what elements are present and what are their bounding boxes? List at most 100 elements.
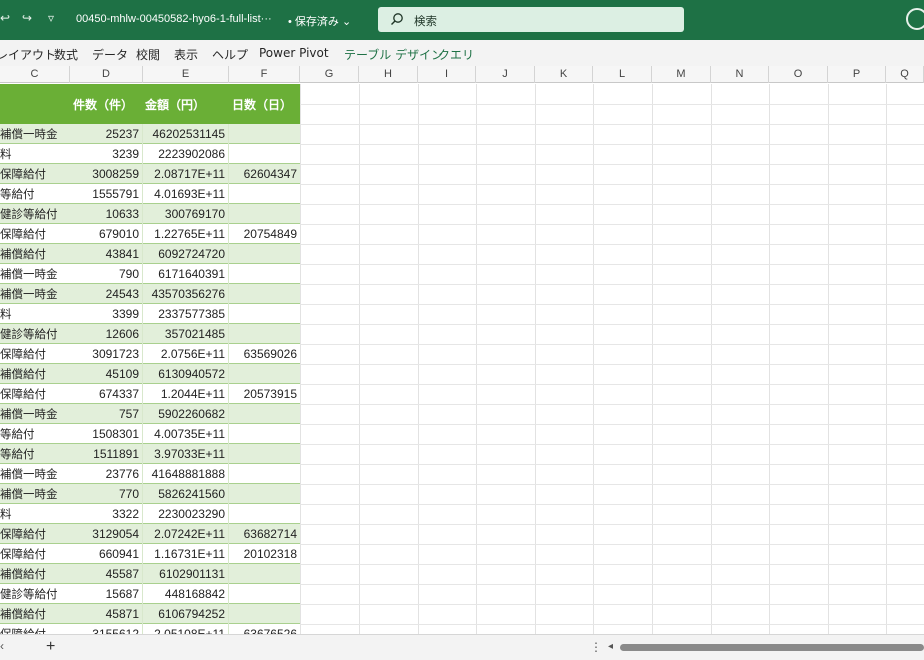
cell-amount[interactable]: 1.2044E+11 xyxy=(143,384,229,404)
cell-count[interactable]: 12606 xyxy=(70,324,143,344)
more-options-icon[interactable]: ⋮ xyxy=(590,640,602,654)
column-header-d[interactable]: D xyxy=(70,66,143,83)
cell-count[interactable]: 24543 xyxy=(70,284,143,304)
column-header-l[interactable]: L xyxy=(593,66,652,83)
cell-amount[interactable]: 2223902086 xyxy=(143,144,229,164)
cell-days[interactable] xyxy=(229,504,300,524)
cell-count[interactable]: 3129054 xyxy=(70,524,143,544)
cell-type[interactable]: 健診等給付 xyxy=(0,324,70,344)
cell-count[interactable]: 790 xyxy=(70,264,143,284)
cell-type[interactable]: 健診等給付 xyxy=(0,584,70,604)
tab-query[interactable]: クエリ xyxy=(438,46,474,63)
cell-days[interactable] xyxy=(229,304,300,324)
cell-amount[interactable]: 5826241560 xyxy=(143,484,229,504)
cell-days[interactable] xyxy=(229,364,300,384)
cell-amount[interactable]: 41648881888 xyxy=(143,464,229,484)
header-amount[interactable]: 金額（円） xyxy=(145,96,205,113)
cell-type[interactable]: 補償一時金 xyxy=(0,124,70,144)
cell-type[interactable]: 補償一時金 xyxy=(0,484,70,504)
cell-count[interactable]: 679010 xyxy=(70,224,143,244)
cell-days[interactable] xyxy=(229,144,300,164)
cell-amount[interactable]: 2.08717E+11 xyxy=(143,164,229,184)
cell-count[interactable]: 3239 xyxy=(70,144,143,164)
cell-days[interactable] xyxy=(229,444,300,464)
cell-amount[interactable]: 6102901131 xyxy=(143,564,229,584)
column-header-e[interactable]: E xyxy=(143,66,229,83)
cell-days[interactable] xyxy=(229,244,300,264)
cell-type[interactable]: 等給付 xyxy=(0,424,70,444)
cell-amount[interactable]: 6092724720 xyxy=(143,244,229,264)
cell-days[interactable] xyxy=(229,324,300,344)
cell-days[interactable]: 20102318 xyxy=(229,544,300,564)
cell-type[interactable]: 保障給付 xyxy=(0,544,70,564)
cell-amount[interactable]: 2.0756E+11 xyxy=(143,344,229,364)
header-days[interactable]: 日数（日） xyxy=(232,96,292,113)
cell-amount[interactable]: 46202531145 xyxy=(143,124,229,144)
cell-count[interactable]: 1508301 xyxy=(70,424,143,444)
cell-count[interactable]: 660941 xyxy=(70,544,143,564)
column-header-i[interactable]: I xyxy=(418,66,476,83)
customize-qat-icon[interactable]: ▿ xyxy=(48,11,54,25)
tab-help[interactable]: ヘルプ xyxy=(212,46,248,63)
cell-days[interactable] xyxy=(229,204,300,224)
cell-count[interactable]: 3322 xyxy=(70,504,143,524)
cell-count[interactable]: 15687 xyxy=(70,584,143,604)
cell-amount[interactable]: 300769170 xyxy=(143,204,229,224)
cell-days[interactable] xyxy=(229,604,300,624)
cell-amount[interactable]: 5902260682 xyxy=(143,404,229,424)
tab-review[interactable]: 校閲 xyxy=(136,46,160,63)
cell-count[interactable]: 3091723 xyxy=(70,344,143,364)
cell-amount[interactable]: 1.16731E+11 xyxy=(143,544,229,564)
cell-days[interactable] xyxy=(229,284,300,304)
cell-count[interactable]: 1555791 xyxy=(70,184,143,204)
cell-amount[interactable]: 448168842 xyxy=(143,584,229,604)
cell-amount[interactable]: 1.22765E+11 xyxy=(143,224,229,244)
cell-count[interactable]: 757 xyxy=(70,404,143,424)
column-header-k[interactable]: K xyxy=(535,66,593,83)
cell-type[interactable]: 補償給付 xyxy=(0,244,70,264)
cell-amount[interactable]: 3.97033E+11 xyxy=(143,444,229,464)
search-input[interactable]: 検索 xyxy=(378,7,684,32)
horizontal-scrollbar[interactable] xyxy=(620,644,924,651)
cell-count[interactable]: 674337 xyxy=(70,384,143,404)
cell-type[interactable]: 補償給付 xyxy=(0,604,70,624)
worksheet-grid[interactable]: 件数（件） 金額（円） 日数（日） 補償一時金 25237 46202531145 料… xyxy=(0,84,924,634)
cell-days[interactable]: 62604347 xyxy=(229,164,300,184)
column-header-o[interactable]: O xyxy=(769,66,828,83)
tab-data[interactable]: データ xyxy=(92,46,128,63)
cell-type[interactable]: 等給付 xyxy=(0,184,70,204)
cell-days[interactable] xyxy=(229,564,300,584)
cell-count[interactable]: 770 xyxy=(70,484,143,504)
document-title[interactable]: 00450-mhlw-00450582-hyo6-1-full-list··· xyxy=(76,13,272,25)
cell-amount[interactable]: 2.07242E+11 xyxy=(143,524,229,544)
cell-type[interactable]: 補償一時金 xyxy=(0,464,70,484)
cell-days[interactable] xyxy=(229,404,300,424)
cell-type[interactable]: 保障給付 xyxy=(0,344,70,364)
cell-amount[interactable]: 4.01693E+11 xyxy=(143,184,229,204)
cell-amount[interactable]: 4.00735E+11 xyxy=(143,424,229,444)
cell-days[interactable]: 63676526 xyxy=(229,624,300,634)
cell-days[interactable] xyxy=(229,484,300,504)
column-header-g[interactable]: G xyxy=(300,66,359,83)
cell-count[interactable]: 1511891 xyxy=(70,444,143,464)
cell-amount[interactable]: 2.05108E+11 xyxy=(143,624,229,634)
cell-type[interactable]: 料 xyxy=(0,504,70,524)
cell-type[interactable]: 等給付 xyxy=(0,444,70,464)
add-sheet-button[interactable]: + xyxy=(46,638,55,656)
cell-days[interactable] xyxy=(229,124,300,144)
cell-type[interactable]: 保障給付 xyxy=(0,224,70,244)
cell-amount[interactable]: 6130940572 xyxy=(143,364,229,384)
cell-type[interactable]: 補償給付 xyxy=(0,564,70,584)
undo-icon[interactable]: ↩ xyxy=(0,11,10,25)
cell-count[interactable]: 23776 xyxy=(70,464,143,484)
cell-days[interactable] xyxy=(229,184,300,204)
cell-days[interactable]: 20754849 xyxy=(229,224,300,244)
cell-days[interactable] xyxy=(229,424,300,444)
cell-amount[interactable]: 357021485 xyxy=(143,324,229,344)
tab-page-layout[interactable]: レイアウト xyxy=(0,46,56,63)
column-header-q[interactable]: Q xyxy=(886,66,924,83)
cell-count[interactable]: 45871 xyxy=(70,604,143,624)
cell-count[interactable]: 3008259 xyxy=(70,164,143,184)
cell-count[interactable]: 45109 xyxy=(70,364,143,384)
save-status[interactable]: • 保存済み ⌄ xyxy=(288,13,351,29)
